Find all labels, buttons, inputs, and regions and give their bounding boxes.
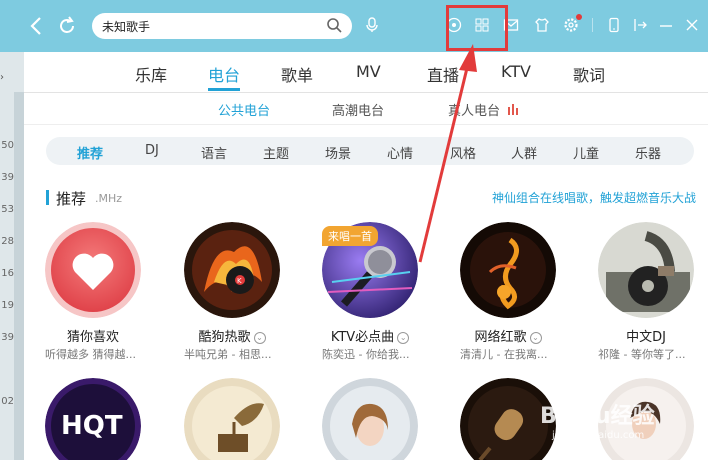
divider	[592, 18, 593, 32]
gear-icon[interactable]	[563, 14, 582, 33]
notification-dot	[576, 14, 582, 20]
card-title[interactable]: KTV必点曲 ⌄	[322, 326, 418, 345]
radio-cover-portrait[interactable]	[322, 378, 418, 460]
left-number: 16	[1, 268, 14, 279]
promo-link[interactable]: 神仙组合在线唱歌，触发超燃音乐大战	[492, 189, 696, 206]
left-number: 39	[1, 172, 14, 183]
back-icon[interactable]	[26, 14, 48, 38]
category-dj[interactable]: DJ	[145, 143, 159, 158]
card-title-text: 酷狗热歌	[198, 330, 251, 345]
card-desc: 听得越多 猜得越...	[45, 348, 136, 361]
radio-cover-hqt[interactable]: HQT	[45, 378, 141, 460]
radio-cover[interactable]	[45, 222, 141, 318]
left-number: 02	[1, 396, 14, 407]
watermark-logo: Baidu经验	[540, 404, 655, 429]
card-desc: 陈奕迅 - 你给我...	[322, 348, 410, 361]
shirt-icon[interactable]	[534, 17, 550, 33]
card-title[interactable]: 中文DJ	[598, 326, 694, 345]
category-language[interactable]: 语言	[201, 143, 227, 162]
search-box[interactable]: 未知歌手	[92, 13, 352, 39]
card-title[interactable]: 网络红歌 ⌄	[460, 326, 556, 345]
left-panel: › 50 39 53 28 16 19 39 02	[0, 52, 24, 460]
mic-icon[interactable]	[364, 17, 380, 33]
close-icon[interactable]	[684, 17, 700, 33]
highlight-box	[446, 5, 508, 51]
nav-tab-library[interactable]: 乐库	[135, 62, 167, 86]
hqt-logo: HQT	[61, 411, 123, 441]
subtab-live-radio-label: 真人电台	[448, 104, 501, 119]
category-kids[interactable]: 儿童	[573, 143, 599, 162]
left-panel-arrow[interactable]: ›	[0, 72, 4, 83]
card-title-text: 网络红歌	[474, 330, 527, 345]
card-tag-badge: 来唱一首	[322, 226, 378, 246]
category-recommend[interactable]: 推荐	[77, 143, 103, 162]
category-mood[interactable]: 心情	[387, 143, 413, 162]
radio-cover-gramophone[interactable]	[184, 378, 280, 460]
card-title-text: 猜你喜欢	[66, 330, 119, 345]
app-window: { "topbar": { "search_value": "未知歌手", "i…	[0, 0, 708, 460]
card-desc: 半吨兄弟 - 相思...	[184, 348, 272, 361]
radio-cover[interactable]: K	[184, 222, 280, 318]
search-icon[interactable]	[326, 17, 342, 33]
left-number: 39	[1, 332, 14, 343]
left-scrollbar[interactable]	[14, 92, 24, 460]
title-bar: 未知歌手	[0, 0, 708, 52]
left-number: 19	[1, 300, 14, 311]
category-style[interactable]: 风格	[450, 143, 476, 162]
chevron-down-icon[interactable]: ⌄	[253, 331, 266, 344]
nav-tab-mv[interactable]: MV	[356, 62, 381, 81]
nav-tab-ktv[interactable]: KTV	[501, 62, 531, 81]
category-scene[interactable]: 场景	[325, 143, 351, 162]
exit-icon[interactable]	[632, 17, 648, 33]
minimize-icon[interactable]	[658, 17, 674, 33]
nav-tab-playlist[interactable]: 歌单	[281, 62, 313, 86]
equalizer-icon	[508, 104, 519, 115]
watermark-url: jingyan.baidu.com	[552, 430, 645, 441]
phone-icon[interactable]	[606, 17, 622, 33]
card-desc: 祁隆 - 等你等了...	[598, 348, 686, 361]
chevron-down-icon[interactable]: ⌄	[397, 331, 410, 344]
nav-active-indicator	[208, 88, 240, 91]
left-number: 28	[1, 236, 14, 247]
section-marker	[46, 190, 49, 205]
radio-cover[interactable]	[460, 222, 556, 318]
category-instrument[interactable]: 乐器	[635, 143, 661, 162]
svg-text:K: K	[237, 277, 242, 285]
subtab-public-radio[interactable]: 公共电台	[218, 100, 270, 119]
radio-cover[interactable]	[598, 222, 694, 318]
left-number: 50	[1, 140, 14, 151]
card-title[interactable]: 酷狗热歌 ⌄	[184, 326, 280, 345]
search-input[interactable]: 未知歌手	[102, 18, 150, 35]
card-title-text: KTV必点曲	[330, 330, 395, 345]
category-people[interactable]: 人群	[511, 143, 537, 162]
section-title: 推荐	[56, 190, 87, 208]
left-number: 53	[1, 204, 14, 215]
nav-tab-radio[interactable]: 电台	[208, 62, 240, 86]
card-title[interactable]: 猜你喜欢	[45, 326, 141, 345]
nav-tab-live[interactable]: 直播	[427, 62, 459, 86]
subtab-live-radio[interactable]: 真人电台	[448, 100, 521, 119]
subtab-climax-radio[interactable]: 高潮电台	[332, 100, 384, 119]
category-bar: 推荐 DJ 语言 主题 场景 心情 风格 人群 儿童 乐器	[46, 137, 694, 165]
section-subtitle: .MHz	[95, 192, 123, 205]
divider	[24, 92, 708, 93]
category-theme[interactable]: 主题	[263, 143, 289, 162]
refresh-icon[interactable]	[56, 14, 78, 38]
chevron-down-icon[interactable]: ⌄	[529, 331, 542, 344]
card-desc: 清清儿 - 在我离...	[460, 348, 548, 361]
divider	[24, 124, 708, 125]
nav-tab-lyrics[interactable]: 歌词	[573, 62, 605, 86]
card-title-text: 中文DJ	[626, 330, 666, 345]
